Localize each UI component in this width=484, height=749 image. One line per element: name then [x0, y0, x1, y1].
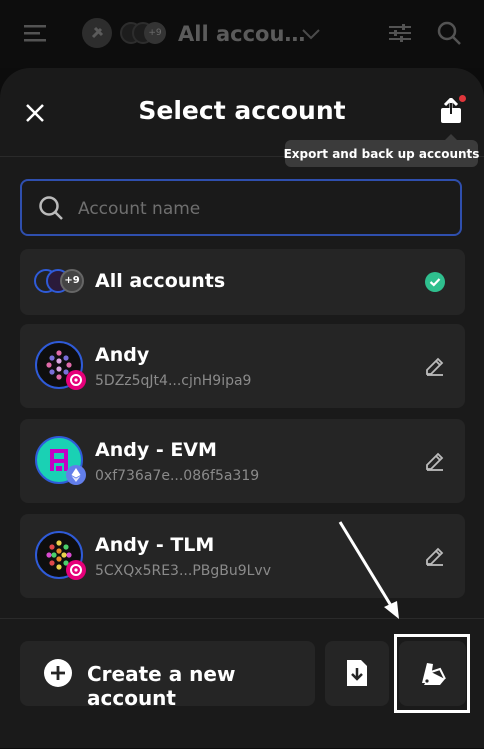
- all-accounts-item[interactable]: +9 All accounts: [20, 249, 465, 315]
- import-file-icon: [347, 660, 367, 686]
- edit-icon[interactable]: [423, 354, 447, 378]
- polkadot-network-icon: [66, 560, 86, 580]
- polkadot-network-icon: [66, 370, 86, 390]
- current-account-title[interactable]: All accou…: [178, 22, 305, 46]
- plus-count-badge: +9: [144, 22, 166, 44]
- account-search-box[interactable]: [20, 179, 462, 236]
- export-tooltip: Export and back up accounts: [284, 134, 479, 167]
- plus-count-badge: +9: [60, 269, 84, 293]
- top-bar: +9 All accou…: [0, 0, 484, 68]
- plus-icon: [44, 659, 72, 687]
- page-title: Select account: [138, 96, 346, 125]
- account-avatars-stack: +9: [34, 269, 98, 295]
- notification-dot: [459, 95, 466, 102]
- account-address: 5DZz5qJt4...cjnH9ipa9: [95, 373, 252, 389]
- account-address: 0xf736a7e...086f5a319: [95, 468, 260, 484]
- selected-check-icon: [425, 272, 445, 292]
- import-account-button[interactable]: [325, 641, 389, 706]
- disconnected-plug-icon[interactable]: [82, 18, 112, 48]
- chevron-down-icon[interactable]: [300, 26, 322, 42]
- account-avatars-stack[interactable]: +9: [120, 22, 166, 46]
- ethereum-network-icon: [66, 465, 86, 485]
- highlight-box: [394, 634, 470, 713]
- account-item-andy-tlm[interactable]: Andy - TLM 5CXQx5RE3...PBgBu9Lvv: [20, 514, 465, 598]
- account-name: Andy - EVM: [95, 439, 217, 461]
- create-account-label: Create a new account: [87, 662, 236, 710]
- account-name: All accounts: [95, 270, 226, 292]
- edit-icon[interactable]: [423, 544, 447, 568]
- account-address: 5CXQx5RE3...PBgBu9Lvv: [95, 563, 272, 579]
- create-account-button[interactable]: Create a new account: [20, 641, 315, 710]
- account-name: Andy: [95, 344, 150, 366]
- account-name-input[interactable]: [76, 193, 450, 225]
- edit-icon[interactable]: [423, 449, 447, 473]
- search-icon: [39, 196, 63, 220]
- account-name: Andy - TLM: [95, 534, 215, 556]
- export-icon: [441, 98, 461, 123]
- account-item-andy-evm[interactable]: Andy - EVM 0xf736a7e...086f5a319: [20, 419, 465, 503]
- settings-sliders-icon[interactable]: [387, 20, 413, 46]
- search-icon[interactable]: [436, 20, 462, 46]
- account-item-andy[interactable]: Andy 5DZz5qJt4...cjnH9ipa9: [20, 324, 465, 408]
- menu-icon[interactable]: [22, 20, 48, 46]
